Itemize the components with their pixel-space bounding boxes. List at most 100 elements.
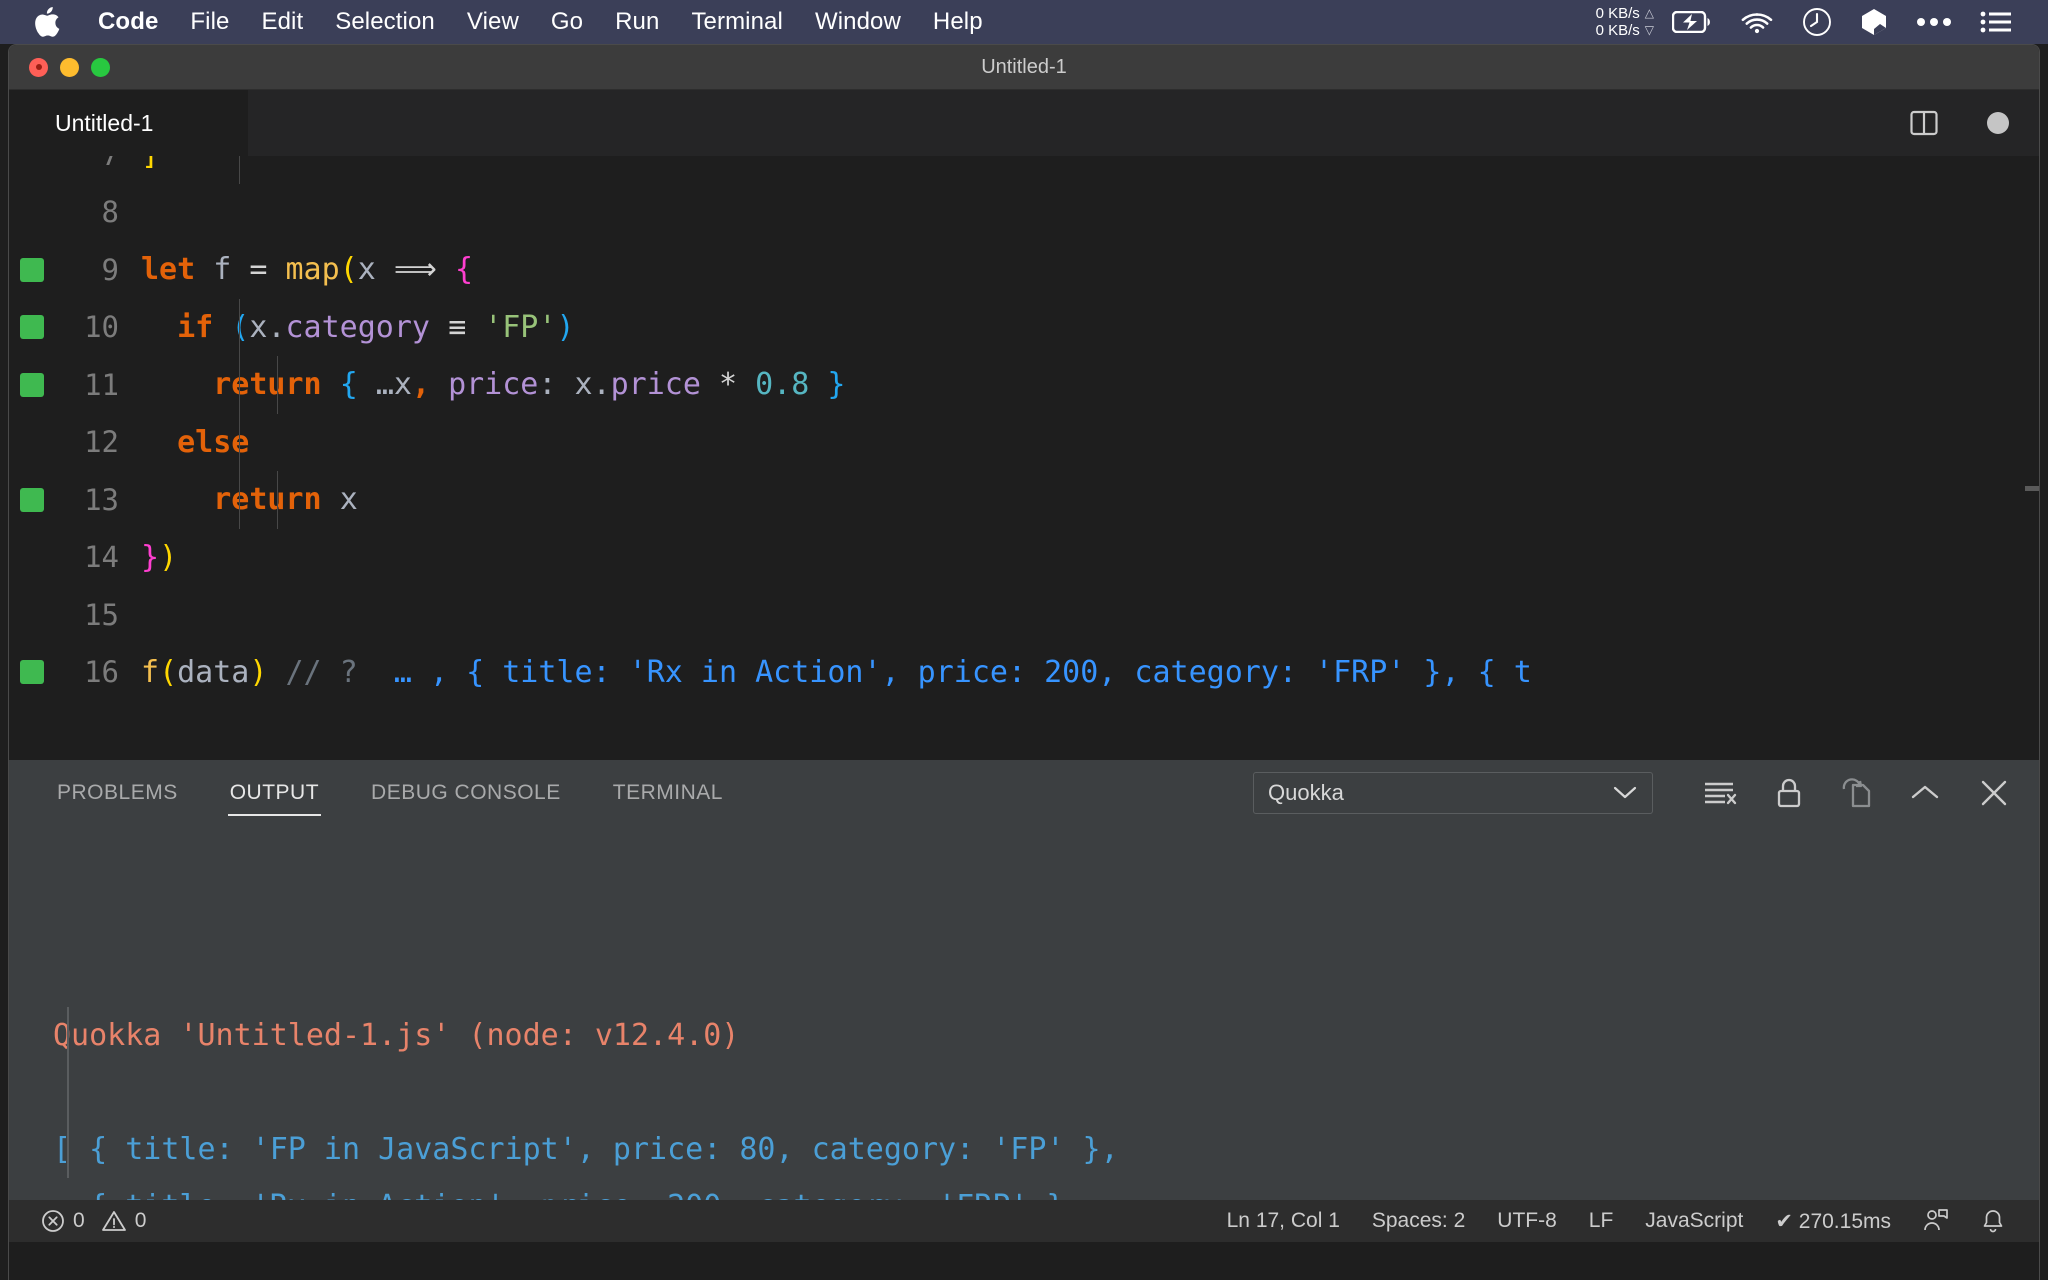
coverage-square-icon <box>20 487 44 512</box>
traffic-lights <box>29 57 110 77</box>
code-line-text: f(data) // ? … , { title: 'Rx in Action'… <box>141 654 1532 690</box>
code-line[interactable]: 8 <box>9 184 2039 242</box>
output-line: { title: 'Rx in Action', price: 200, cat… <box>53 1178 2039 1200</box>
tab-terminal[interactable]: TERMINAL <box>611 760 725 826</box>
clock-icon[interactable] <box>1802 7 1832 37</box>
status-cursor-position[interactable]: Ln 17, Col 1 <box>1211 1209 1356 1233</box>
status-eol[interactable]: LF <box>1573 1209 1630 1233</box>
menu-item-edit[interactable]: Edit <box>245 0 319 44</box>
code-line[interactable]: 13 return x <box>9 471 2039 529</box>
clear-output-icon[interactable] <box>1703 779 1737 807</box>
status-indentation[interactable]: Spaces: 2 <box>1356 1209 1481 1233</box>
output-text: [ { title: 'FP in JavaScript', price: 80… <box>53 1132 1119 1167</box>
code-lines: 7] 8 9 let f = map(x ⟹ { 10 if (x.category ≡… <box>9 156 2039 701</box>
battery-charging-icon[interactable] <box>1672 11 1712 33</box>
tab-output[interactable]: OUTPUT <box>227 760 322 826</box>
code-line[interactable]: 11 return { …x, price: x.price * 0.8 } <box>9 356 2039 414</box>
warning-triangle-icon <box>101 1209 127 1233</box>
panel-header: PROBLEMS OUTPUT DEBUG CONSOLE TERMINAL Q… <box>9 760 2039 826</box>
lock-scroll-icon[interactable] <box>1775 777 1803 809</box>
quokka-coverage-indicator <box>9 487 55 512</box>
wifi-icon[interactable] <box>1740 10 1774 34</box>
code-line-text: if (x.category ≡ 'FP') <box>177 309 575 345</box>
menu-item-file[interactable]: File <box>174 0 245 44</box>
unsaved-dot-icon[interactable] <box>1987 112 2009 134</box>
menu-item-run[interactable]: Run <box>599 0 675 44</box>
code-line[interactable]: 10 if (x.category ≡ 'FP') <box>9 298 2039 356</box>
line-number: 12 <box>84 425 119 460</box>
indent-guide <box>239 471 240 529</box>
code-line-text: let f = map(x ⟹ { <box>141 252 474 288</box>
download-triangle-icon: ▽ <box>1644 23 1654 37</box>
zoom-window-button[interactable] <box>91 57 110 77</box>
indent-guide <box>277 356 278 414</box>
status-problems[interactable]: 0 0 <box>25 1209 162 1233</box>
code-editor[interactable]: 7] 8 9 let f = map(x ⟹ { 10 if (x.category ≡… <box>9 156 2039 760</box>
status-language-mode[interactable]: JavaScript <box>1629 1209 1759 1233</box>
menu-item-selection[interactable]: Selection <box>319 0 451 44</box>
output-content[interactable]: Quokka 'Untitled-1.js' (node: v12.4.0) [… <box>9 826 2039 1200</box>
quokka-coverage-indicator <box>9 660 55 685</box>
dropbox-icon[interactable] <box>1860 7 1888 37</box>
ellipsis-icon[interactable] <box>1916 16 1952 28</box>
code-line-text: else <box>177 424 250 460</box>
status-encoding[interactable]: UTF-8 <box>1481 1209 1573 1233</box>
network-speed-indicator[interactable]: 0 KB/s △ 0 KB/s ▽ <box>1596 5 1654 39</box>
network-download-speed: 0 KB/s <box>1595 22 1640 39</box>
line-number: 13 <box>84 482 119 517</box>
status-bar: 0 0 Ln 17, Col 1 Spaces: 2 UTF-8 LF Java… <box>9 1200 2039 1242</box>
output-lines: Quokka 'Untitled-1.js' (node: v12.4.0) [… <box>53 1007 2039 1200</box>
output-line: Quokka 'Untitled-1.js' (node: v12.4.0) <box>53 1007 2039 1064</box>
upload-triangle-icon: △ <box>1644 6 1654 20</box>
menu-item-terminal[interactable]: Terminal <box>675 0 799 44</box>
menu-item-window[interactable]: Window <box>799 0 917 44</box>
tab-problems[interactable]: PROBLEMS <box>55 760 180 826</box>
code-line[interactable]: 15 <box>9 586 2039 644</box>
editor-tab-untitled-1[interactable]: Untitled-1 <box>9 90 249 156</box>
code-line[interactable]: 16 f(data) // ? … , { title: 'Rx in Actio… <box>9 644 2039 702</box>
output-channel-value: Quokka <box>1268 780 1344 805</box>
line-number: 15 <box>84 597 119 632</box>
feedback-person-icon[interactable] <box>1907 1208 1965 1234</box>
close-window-button[interactable] <box>29 57 48 77</box>
split-editor-icon[interactable] <box>1909 108 1939 138</box>
menu-bar-items: Code File Edit Selection View Go Run Ter… <box>0 0 999 44</box>
indent-guide <box>239 156 240 184</box>
status-quokka-timing[interactable]: ✔ 270.15ms <box>1759 1209 1907 1234</box>
output-line: [ { title: 'FP in JavaScript', price: 80… <box>53 1121 2039 1178</box>
indent-guide <box>277 471 278 529</box>
output-channel-select[interactable]: Quokka <box>1253 772 1653 814</box>
close-panel-icon[interactable] <box>1979 778 2009 808</box>
window-title-bar: Untitled-1 <box>9 45 2039 90</box>
code-line[interactable]: 14}) <box>9 529 2039 587</box>
vscode-window: Untitled-1 Untitled-1 7] 8 9 let f = map(x … <box>8 44 2040 1280</box>
menu-item-go[interactable]: Go <box>535 0 599 44</box>
apple-logo-icon[interactable] <box>34 7 60 37</box>
code-line-text: ] <box>141 156 159 172</box>
notifications-bell-icon[interactable] <box>1965 1208 2021 1234</box>
editor-scrollbar-slider[interactable] <box>2025 486 2039 491</box>
tab-debug-console[interactable]: DEBUG CONSOLE <box>369 760 563 826</box>
line-number: 11 <box>84 367 119 402</box>
open-in-editor-icon[interactable] <box>1841 777 1871 809</box>
maximize-panel-icon[interactable] <box>1909 782 1941 804</box>
menu-item-help[interactable]: Help <box>917 0 999 44</box>
menu-item-code[interactable]: Code <box>82 0 174 44</box>
minimize-window-button[interactable] <box>60 57 79 77</box>
output-indent-guide <box>67 1007 69 1178</box>
control-center-icon[interactable] <box>1980 10 2012 34</box>
status-warning-count: 0 <box>134 1209 147 1232</box>
code-line[interactable]: 12 else <box>9 413 2039 471</box>
line-number: 16 <box>84 655 119 690</box>
menu-bar-tray: 0 KB/s △ 0 KB/s ▽ <box>1596 0 2048 44</box>
code-line[interactable]: 7] <box>9 156 2039 184</box>
menu-item-view[interactable]: View <box>451 0 535 44</box>
code-line[interactable]: 9 let f = map(x ⟹ { <box>9 241 2039 299</box>
line-number: 8 <box>101 195 119 230</box>
indent-guide <box>239 356 240 414</box>
line-number: 10 <box>84 310 119 345</box>
coverage-square-icon <box>20 372 44 397</box>
status-bar-right: Ln 17, Col 1 Spaces: 2 UTF-8 LF JavaScri… <box>1211 1208 2039 1234</box>
line-number: 9 <box>101 252 119 287</box>
